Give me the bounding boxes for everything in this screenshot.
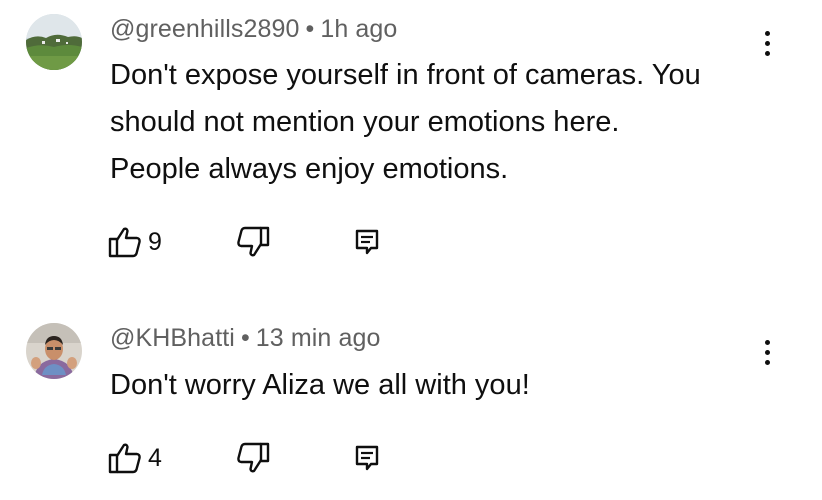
comment-actions: 9 — [108, 224, 408, 260]
comment-text-line: People always enjoy emotions. — [110, 153, 509, 185]
like-button[interactable]: 9 — [108, 224, 162, 260]
person-avatar-icon — [26, 323, 82, 379]
like-button[interactable]: 4 — [108, 440, 162, 476]
menu-dot — [764, 50, 770, 56]
comment-time[interactable]: 1h ago — [320, 15, 397, 43]
menu-dot — [764, 40, 770, 46]
avatar[interactable] — [26, 323, 82, 379]
reply-icon — [355, 445, 379, 471]
thumbs-up-icon — [108, 443, 141, 474]
comment-header: @greenhills2890 • 1h ago — [110, 15, 397, 44]
comment-time[interactable]: 13 min ago — [256, 324, 381, 352]
comment-menu-button[interactable] — [752, 332, 782, 372]
header-separator: • — [305, 15, 315, 43]
thumbs-up-icon — [108, 227, 141, 258]
comment-item: @greenhills2890 • 1h ago Don't expose your… — [0, 0, 822, 290]
like-count: 4 — [148, 443, 162, 472]
dislike-button[interactable] — [236, 224, 270, 260]
comment-text: Don't worry Aliza we all with you! — [110, 362, 770, 409]
menu-dot — [764, 359, 770, 365]
comment-text: Don't expose yourself in front of camera… — [110, 52, 770, 193]
comment-item: @KHBhatti • 13 min ago Don't worry Aliza w… — [0, 310, 822, 500]
comment-author[interactable]: @KHBhatti — [110, 324, 235, 352]
comment-text-line: Don't expose yourself in front of camera… — [110, 59, 701, 91]
comment-text-line: Don't worry Aliza we all with you! — [110, 369, 530, 401]
comment-author[interactable]: @greenhills2890 — [110, 15, 300, 43]
thumbs-down-icon — [237, 442, 270, 473]
more-vertical-icon — [764, 30, 770, 36]
avatar[interactable] — [26, 14, 82, 70]
comment-actions: 4 — [108, 440, 408, 476]
header-separator: • — [240, 324, 250, 352]
menu-dot — [764, 349, 770, 355]
dislike-button[interactable] — [236, 440, 270, 476]
landscape-avatar-icon — [26, 14, 82, 70]
reply-button[interactable] — [354, 440, 380, 476]
comment-menu-button[interactable] — [752, 23, 782, 63]
reply-button[interactable] — [354, 224, 380, 260]
reply-icon — [355, 229, 379, 255]
like-count: 9 — [148, 227, 162, 256]
comment-header: @KHBhatti • 13 min ago — [110, 324, 381, 353]
more-vertical-icon — [764, 339, 770, 345]
thumbs-down-icon — [237, 226, 270, 257]
comment-text-line: should not mention your emotions here. — [110, 106, 620, 138]
